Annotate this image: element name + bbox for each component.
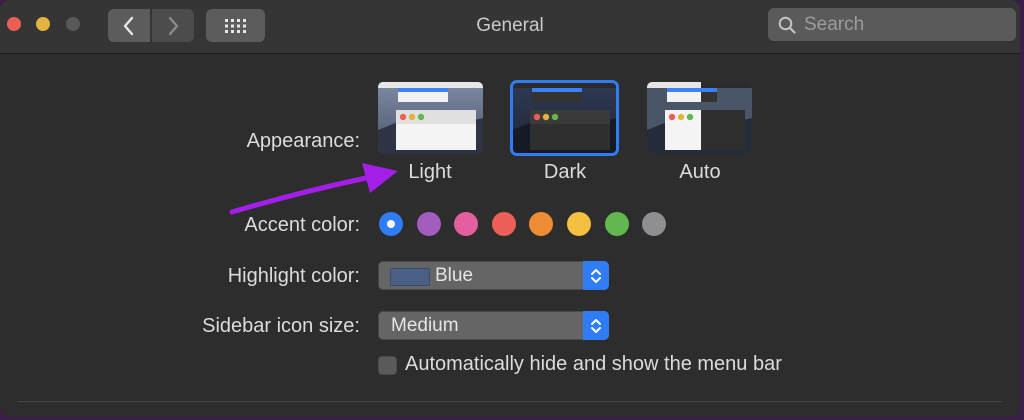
annotation-arrow-icon: [229, 163, 398, 215]
preferences-window: General Appearance:: [0, 0, 1020, 417]
